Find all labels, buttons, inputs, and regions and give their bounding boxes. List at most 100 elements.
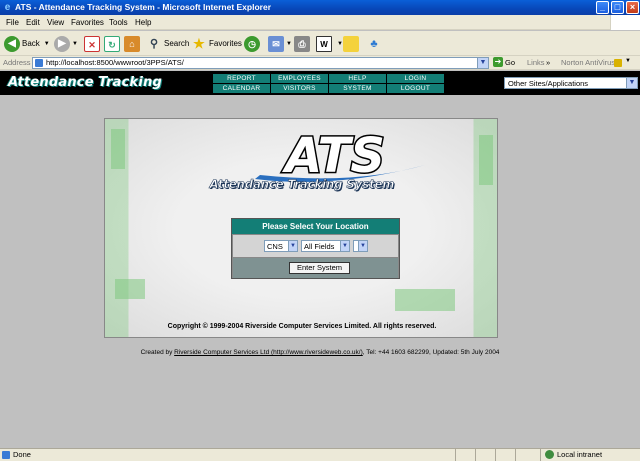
back-button[interactable]: ◀ Back ▼ (4, 34, 50, 53)
menu-help[interactable]: Help (135, 18, 151, 27)
other-sites-select[interactable]: Other Sites/Applications ▼ (504, 77, 638, 89)
status-panel (495, 449, 515, 461)
menu-tools[interactable]: Tools (109, 18, 128, 27)
extra-select[interactable]: ▼ (353, 240, 368, 252)
refresh-button[interactable]: ↻ (104, 34, 122, 53)
intranet-icon (545, 450, 554, 459)
history-button[interactable]: ◷ (244, 34, 262, 53)
nav-calendar[interactable]: CALENDAR (213, 84, 270, 93)
word-icon: W (316, 35, 332, 52)
nav-report[interactable]: REPORT (213, 74, 270, 83)
status-panel (515, 449, 540, 461)
go-arrow-icon: ➔ (493, 57, 503, 67)
chevron-down-icon: ▼ (340, 241, 349, 251)
page-icon (2, 451, 10, 459)
maximize-button[interactable]: □ (611, 1, 624, 14)
printer-icon: ⎙ (294, 35, 310, 52)
footer-link[interactable]: Riverside Computer Services Ltd (http://… (174, 349, 363, 356)
footer-suffix: , Tel: +44 1603 682299, Updated: 5th Jul… (362, 349, 500, 356)
browser-toolbar: ◀ Back ▼ ▶ ▼ ✕ ↻ ⌂ ⚲ Search ★ Favorites … (0, 31, 640, 56)
security-zone: Local intranet (545, 450, 602, 459)
history-icon: ◷ (244, 35, 260, 52)
address-label: Address (3, 58, 31, 67)
chevron-double-right-icon[interactable]: » (546, 58, 550, 67)
norton-icon (614, 59, 622, 67)
enter-system-button[interactable]: Enter System (289, 262, 350, 274)
copyright-notice: Copyright © 1999-2004 Riverside Computer… (167, 323, 437, 330)
word-button[interactable]: W ▼ (316, 34, 343, 53)
menu-edit[interactable]: Edit (26, 18, 40, 27)
other-sites-value: Other Sites/Applications (508, 79, 589, 88)
notes-icon (343, 35, 359, 52)
favorites-button[interactable]: ★ Favorites (191, 34, 242, 53)
login-card: ATS Attendance Tracking System Please Se… (104, 118, 498, 338)
status-panel (475, 449, 495, 461)
footer-prefix: Created by (140, 349, 175, 356)
norton-antivirus-label[interactable]: Norton AntiVirus (561, 58, 615, 67)
stop-icon: ✕ (84, 35, 100, 52)
windows-logo-icon (610, 15, 640, 30)
nav-employees[interactable]: EMPLOYEES (271, 74, 328, 83)
messenger-icon: ♣ (370, 37, 378, 50)
nav-login[interactable]: LOGIN (387, 74, 444, 83)
nav-logout[interactable]: LOGOUT (387, 84, 444, 93)
search-label: Search (164, 39, 190, 48)
close-button[interactable]: × (626, 1, 639, 14)
ats-subtitle: Attendance Tracking System (209, 177, 395, 192)
status-panel (455, 449, 475, 461)
mail-button[interactable]: ✉ ▼ (268, 34, 292, 53)
site-header: Attendance Tracking REPORT EMPLOYEES HEL… (0, 71, 640, 95)
site-select[interactable]: CNS ▼ (264, 240, 298, 252)
status-text: Done (13, 450, 31, 459)
address-input[interactable]: http://localhost:8500/wwwroot/3PPS/ATS/ … (32, 57, 489, 69)
location-heading: Please Select Your Location (232, 219, 399, 234)
print-button[interactable]: ⎙ (294, 34, 312, 53)
window-title: ATS - Attendance Tracking System - Micro… (15, 2, 271, 12)
address-bar: Address http://localhost:8500/wwwroot/3P… (0, 56, 640, 70)
ats-logo-text: ATS (281, 128, 385, 184)
security-zone-label: Local intranet (557, 450, 603, 459)
nav-help[interactable]: HELP (329, 74, 386, 83)
home-icon: ⌂ (124, 35, 140, 52)
search-button[interactable]: ⚲ Search (146, 34, 189, 53)
fields-select[interactable]: All Fields ▼ (301, 240, 350, 252)
site-select-value: CNS (267, 242, 283, 251)
chevron-down-icon: ▼ (358, 241, 367, 251)
location-actions: Enter System (233, 258, 398, 278)
chevron-down-icon: ▼ (286, 40, 292, 47)
chevron-down-icon: ▼ (288, 241, 297, 251)
menu-file[interactable]: File (6, 18, 19, 27)
star-icon: ★ (193, 35, 205, 51)
page-icon (35, 59, 43, 67)
chevron-down-icon[interactable]: ▼ (625, 58, 631, 64)
menu-view[interactable]: View (47, 18, 64, 27)
menu-favorites[interactable]: Favorites (71, 18, 104, 27)
go-label: Go (505, 57, 516, 67)
forward-arrow-icon: ▶ (54, 35, 70, 52)
address-url: http://localhost:8500/wwwroot/3PPS/ATS/ (46, 58, 184, 67)
notes-button[interactable] (343, 34, 361, 53)
decoration (115, 279, 145, 299)
site-logo: Attendance Tracking (8, 75, 163, 90)
menu-bar: File Edit View Favorites Tools Help (0, 15, 640, 30)
nav-visitors[interactable]: VISITORS (271, 84, 328, 93)
links-label[interactable]: Links (527, 58, 545, 67)
location-panel: Please Select Your Location CNS ▼ All Fi… (231, 218, 400, 279)
fields-select-value: All Fields (304, 242, 335, 251)
nav-system[interactable]: SYSTEM (329, 84, 386, 93)
stop-button[interactable]: ✕ (84, 34, 102, 53)
back-label: Back (22, 39, 40, 48)
page-footer: Created by Riverside Computer Services L… (0, 349, 640, 356)
back-arrow-icon: ◀ (4, 35, 20, 52)
chevron-down-icon: ▼ (72, 40, 78, 47)
messenger-button[interactable]: ♣ (366, 34, 384, 53)
home-button[interactable]: ⌂ (124, 34, 142, 53)
minimize-button[interactable]: _ (596, 1, 609, 14)
refresh-icon: ↻ (104, 35, 120, 52)
go-button[interactable]: ➔ Go (493, 57, 515, 67)
mail-icon: ✉ (268, 35, 284, 52)
decoration (395, 289, 455, 311)
chevron-down-icon[interactable]: ▼ (477, 58, 488, 68)
location-selectors: CNS ▼ All Fields ▼ ▼ (233, 235, 398, 257)
forward-button[interactable]: ▶ ▼ (54, 34, 78, 53)
